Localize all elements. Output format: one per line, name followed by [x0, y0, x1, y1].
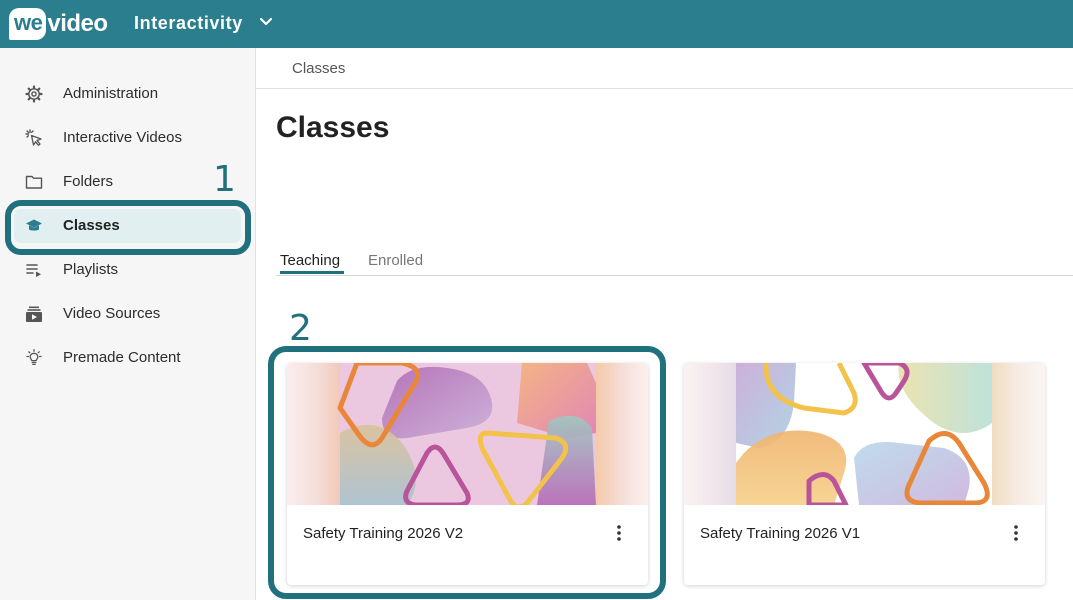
folder-icon [25, 175, 43, 189]
tab-teaching[interactable]: Teaching [280, 252, 340, 269]
sidebar-item-label: Playlists [63, 261, 119, 278]
sidebar-item-playlists[interactable]: Playlists [14, 253, 241, 287]
wevideo-logo[interactable]: we video [9, 6, 108, 42]
more-vert-icon[interactable] [1011, 523, 1021, 543]
video-library-icon [26, 306, 42, 322]
sidebar-item-label: Folders [63, 173, 114, 190]
playlist-icon [26, 264, 41, 277]
graduation-cap-icon [26, 219, 42, 231]
breadcrumb-bar: Classes [256, 48, 1073, 89]
lightbulb-icon [26, 349, 42, 366]
sidebar-item-premade-content[interactable]: Premade Content [14, 341, 241, 375]
logo-video: video [47, 10, 108, 37]
sidebar-item-label: Administration [63, 85, 159, 102]
sidebar-item-folders[interactable]: Folders [14, 165, 241, 199]
sidebar: Administration Interactive Videos Folder… [0, 48, 256, 600]
card-title[interactable]: Safety Training 2026 V2 [303, 525, 463, 542]
annotation-marker-2: 2 [289, 308, 312, 349]
card-title[interactable]: Safety Training 2026 V1 [700, 525, 860, 542]
class-card[interactable]: Safety Training 2026 V1 [684, 363, 1045, 585]
tab-bar: Teaching Enrolled [276, 250, 1073, 276]
annotation-marker-1: 1 [213, 159, 236, 200]
workspace-name[interactable]: Interactivity [134, 13, 243, 34]
sidebar-item-administration[interactable]: Administration [14, 77, 241, 111]
tab-enrolled[interactable]: Enrolled [368, 252, 423, 269]
click-cursor-icon [25, 129, 42, 146]
breadcrumb[interactable]: Classes [292, 60, 345, 77]
page-title: Classes [276, 111, 390, 144]
sidebar-item-video-sources[interactable]: Video Sources [14, 297, 241, 331]
class-card[interactable]: Safety Training 2026 V2 [287, 363, 648, 585]
sidebar-item-label: Video Sources [63, 305, 161, 322]
chevron-down-icon[interactable] [259, 15, 273, 29]
top-bar: we video Interactivity [0, 0, 1073, 48]
sidebar-item-label: Classes [63, 217, 120, 234]
class-thumbnail[interactable] [684, 363, 1045, 505]
active-tab-indicator [280, 271, 344, 274]
sidebar-item-label: Premade Content [63, 349, 181, 366]
sidebar-item-classes[interactable]: Classes [14, 209, 241, 243]
logo-we: we [9, 8, 47, 40]
gear-icon [25, 85, 43, 103]
sidebar-item-interactive-videos[interactable]: Interactive Videos [14, 121, 241, 155]
sidebar-item-label: Interactive Videos [63, 129, 182, 146]
more-vert-icon[interactable] [614, 523, 624, 543]
class-thumbnail[interactable] [287, 363, 648, 505]
